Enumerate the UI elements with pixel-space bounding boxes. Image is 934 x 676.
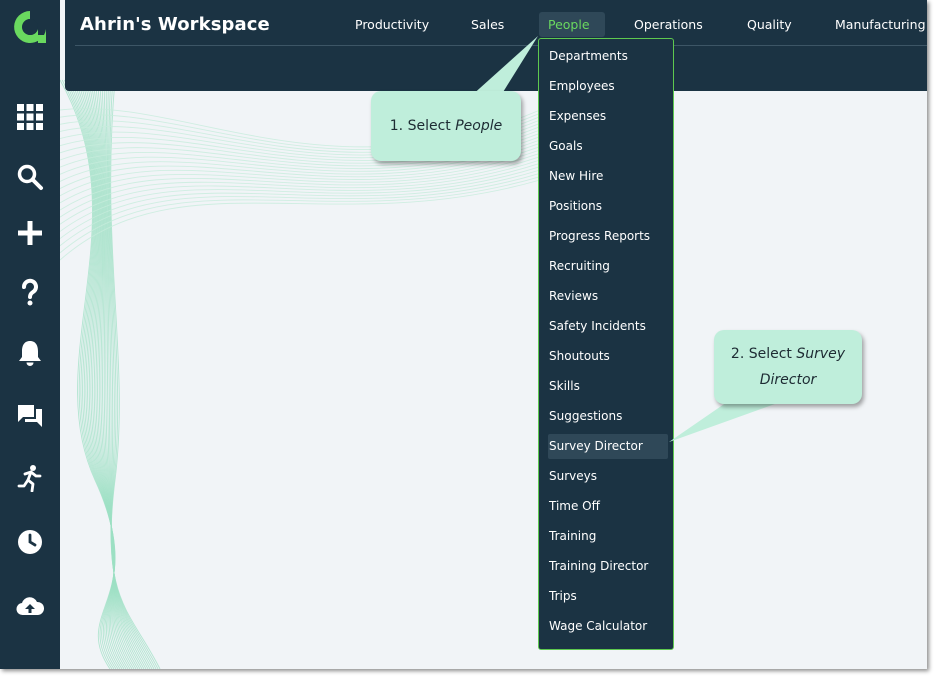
wave-strand	[59, 166, 541, 232]
menu-item-employees[interactable]: Employees	[548, 74, 668, 99]
wave-strand	[59, 156, 541, 211]
running-person-icon[interactable]	[14, 462, 46, 494]
menu-item-shoutouts[interactable]: Shoutouts	[548, 344, 668, 369]
menu-item-skills[interactable]: Skills	[548, 374, 668, 399]
menu-item-recruiting[interactable]: Recruiting	[548, 254, 668, 279]
callout-1-emphasis: People	[455, 118, 503, 134]
menu-item-suggestions[interactable]: Suggestions	[548, 404, 668, 429]
menu-item-wage-calculator[interactable]: Wage Calculator	[548, 614, 668, 639]
menu-item-expenses[interactable]: Expenses	[548, 104, 668, 129]
cloud-upload-icon[interactable]	[14, 591, 46, 623]
nav-manufacturing[interactable]: Manufacturing	[826, 12, 927, 37]
callout-1-text: 1. Select	[389, 118, 456, 134]
menu-item-positions[interactable]: Positions	[548, 194, 668, 219]
menu-item-progress-reports[interactable]: Progress Reports	[548, 224, 668, 249]
callout-step-1: 1. Select People	[371, 91, 521, 161]
menu-item-trips[interactable]: Trips	[548, 584, 668, 609]
menu-item-departments[interactable]: Departments	[548, 44, 668, 69]
menu-item-goals[interactable]: Goals	[548, 134, 668, 159]
app-logo[interactable]	[11, 8, 49, 46]
menu-item-surveys[interactable]: Surveys	[548, 464, 668, 489]
menu-item-time-off[interactable]: Time Off	[548, 494, 668, 519]
menu-item-new-hire[interactable]: New Hire	[548, 164, 668, 189]
header-divider	[75, 45, 927, 46]
nav-operations[interactable]: Operations	[625, 12, 712, 37]
wave-strand	[110, 79, 161, 669]
menu-item-training[interactable]: Training	[548, 524, 668, 549]
plus-icon[interactable]	[14, 217, 46, 249]
menu-item-reviews[interactable]: Reviews	[548, 284, 668, 309]
logo-icon	[14, 11, 46, 43]
search-icon[interactable]	[14, 161, 46, 193]
nav-quality[interactable]: Quality	[738, 12, 801, 37]
wave-strand	[109, 79, 159, 669]
callout-2-emphasis-2: Director	[759, 372, 817, 388]
workspace-title: Ahrin's Workspace	[80, 14, 270, 35]
chat-icon[interactable]	[14, 400, 46, 432]
callout-step-2: 2. Select Survey Director	[714, 330, 862, 404]
callout-2-text: 2. Select	[730, 346, 797, 362]
menu-item-training-director[interactable]: Training Director	[548, 554, 668, 579]
left-rail	[0, 0, 60, 669]
nav-productivity[interactable]: Productivity	[346, 12, 438, 37]
clock-icon[interactable]	[14, 526, 46, 558]
menu-item-safety-incidents[interactable]: Safety Incidents	[548, 314, 668, 339]
apps-grid-icon[interactable]	[14, 101, 46, 133]
bell-icon[interactable]	[14, 337, 46, 369]
menu-item-survey-director[interactable]: Survey Director	[548, 434, 668, 459]
nav-people[interactable]: People	[539, 12, 605, 37]
people-dropdown-menu: Departments Employees Expenses Goals New…	[538, 38, 674, 650]
nav-sales[interactable]: Sales	[462, 12, 513, 37]
callout-2-emphasis-1: Survey	[796, 346, 846, 362]
help-icon[interactable]	[14, 276, 46, 308]
